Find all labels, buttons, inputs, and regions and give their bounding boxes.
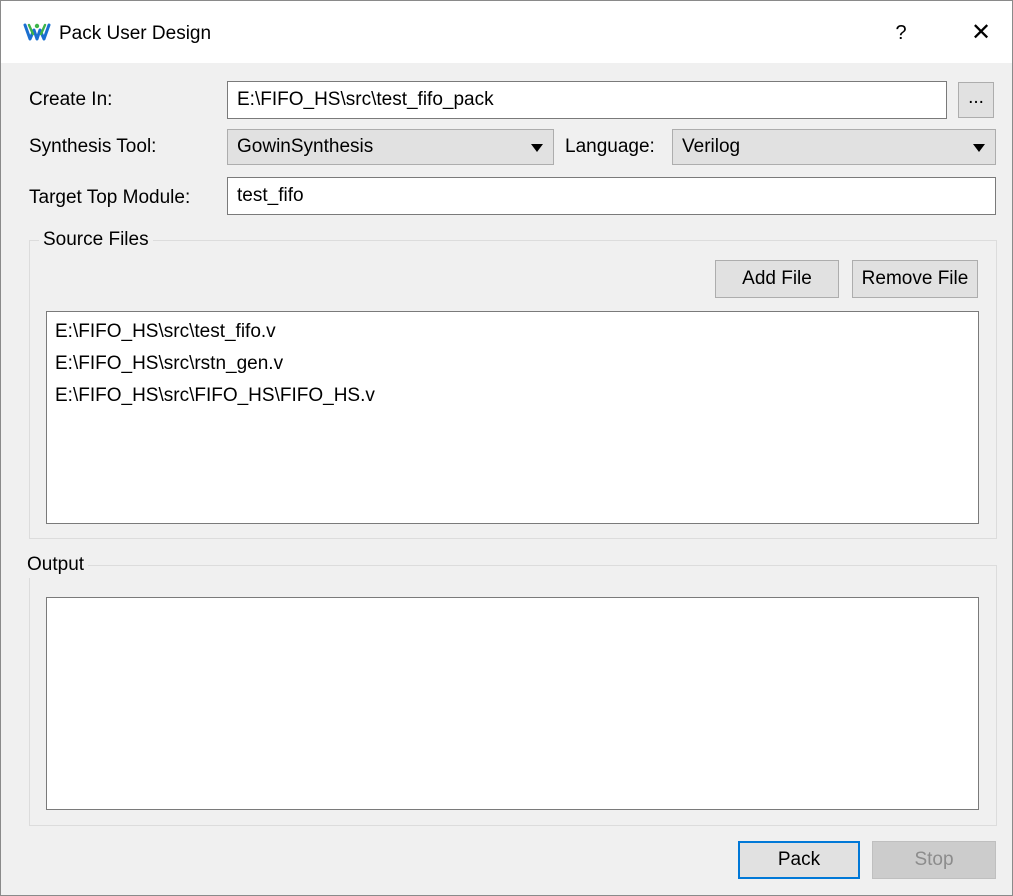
window-title: Pack User Design xyxy=(59,23,212,44)
target-top-module-input[interactable]: test_fifo xyxy=(227,177,996,215)
chevron-down-icon xyxy=(973,144,985,152)
title-bar: Pack User Design ? ✕ xyxy=(1,1,1012,63)
help-button[interactable]: ? xyxy=(881,15,921,51)
create-in-label: Create In: xyxy=(29,89,113,110)
list-item[interactable]: E:\FIFO_HS\src\rstn_gen.v xyxy=(55,348,970,380)
synthesis-tool-value: GowinSynthesis xyxy=(237,136,374,157)
output-log[interactable] xyxy=(46,597,979,810)
stop-button[interactable]: Stop xyxy=(872,841,996,879)
chevron-down-icon xyxy=(531,144,543,152)
remove-file-button[interactable]: Remove File xyxy=(852,260,978,298)
close-button[interactable]: ✕ xyxy=(959,15,1003,51)
add-file-button[interactable]: Add File xyxy=(715,260,839,298)
language-select[interactable]: Verilog xyxy=(672,129,996,165)
list-item[interactable]: E:\FIFO_HS\src\FIFO_HS\FIFO_HS.v xyxy=(55,380,970,412)
gowin-logo-icon xyxy=(23,23,51,41)
source-files-list[interactable]: E:\FIFO_HS\src\test_fifo.v E:\FIFO_HS\sr… xyxy=(46,311,979,524)
source-files-title: Source Files xyxy=(39,227,153,253)
close-icon[interactable]: ✕ xyxy=(971,19,991,46)
list-item[interactable]: E:\FIFO_HS\src\test_fifo.v xyxy=(55,316,970,348)
synthesis-tool-select[interactable]: GowinSynthesis xyxy=(227,129,554,165)
output-title: Output xyxy=(23,552,89,578)
pack-user-design-dialog: Pack User Design ? ✕ Create In: E:\FIFO_… xyxy=(0,0,1013,896)
language-value: Verilog xyxy=(682,136,741,157)
pack-button[interactable]: Pack xyxy=(738,841,860,879)
synthesis-tool-label: Synthesis Tool: xyxy=(29,136,157,157)
target-top-module-label: Target Top Module: xyxy=(29,187,191,208)
language-label: Language: xyxy=(565,136,655,157)
browse-button[interactable]: ... xyxy=(958,82,994,118)
create-in-input[interactable]: E:\FIFO_HS\src\test_fifo_pack xyxy=(227,81,947,119)
